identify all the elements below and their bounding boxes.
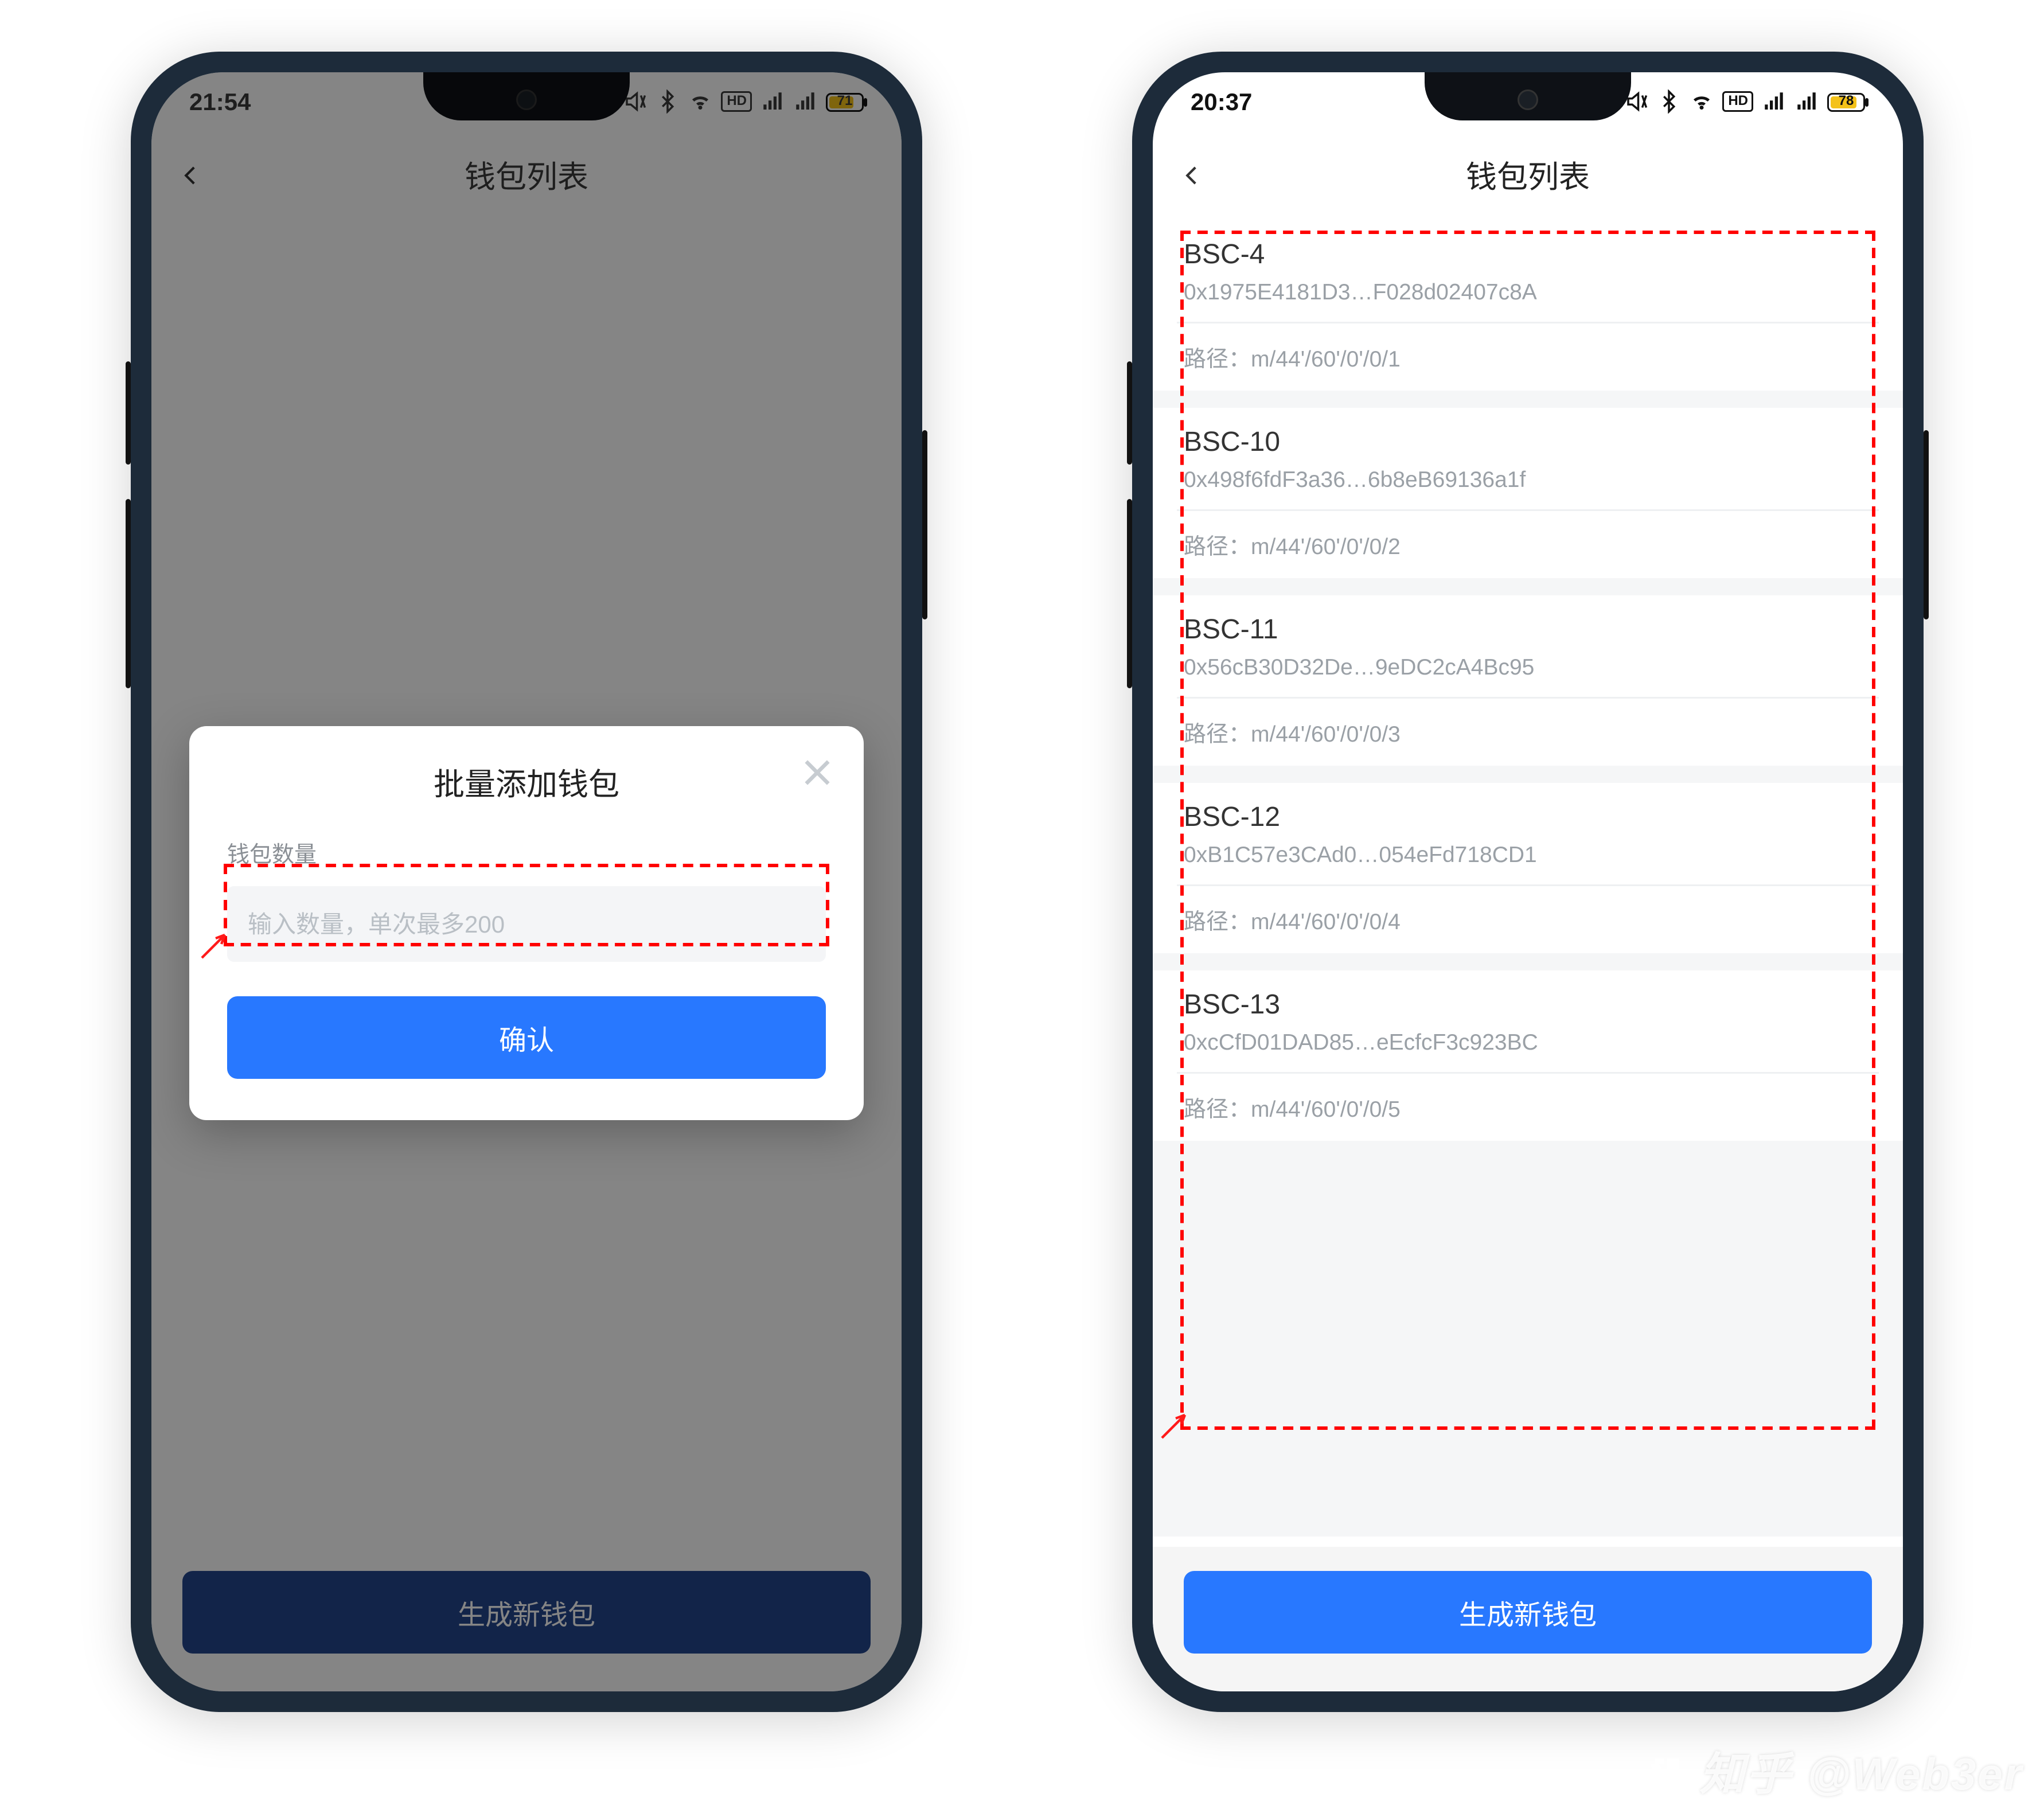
- screen-left: 21:54 HD 71 钱包列表 生成新钱包: [151, 72, 902, 1691]
- watermark-text: 知乎 @Web3er: [1700, 1740, 2023, 1803]
- annotation-arrow-icon: [200, 933, 227, 960]
- battery-icon: 78: [1827, 92, 1865, 111]
- wallet-address: 0xB1C57e3CAd0…054eFd718CD1: [1184, 841, 1872, 867]
- wallet-path: 路径：m/44'/60'/0'/0/5: [1184, 1091, 1872, 1124]
- wallet-address: 0xcCfD01DAD85…eEcfcF3c923BC: [1184, 1029, 1872, 1055]
- wallet-item[interactable]: BSC-11 0x56cB30D32De…9eDC2cA4Bc95 路径：m/44'…: [1153, 595, 1903, 766]
- signal-2-icon: [1795, 89, 1819, 114]
- status-icons: HD 78: [1625, 89, 1865, 114]
- hd-icon: HD: [1723, 91, 1753, 112]
- screen-right: 20:37 HD 78 钱包列表 BSC-4 0x1975E4181D3…F028…: [1153, 72, 1903, 1691]
- quantity-label: 钱包数量: [227, 836, 826, 869]
- modal-title: 批量添加钱包: [227, 761, 826, 805]
- confirm-button[interactable]: 确认: [227, 996, 826, 1079]
- close-icon: [798, 754, 836, 791]
- bluetooth-icon: [1657, 89, 1682, 114]
- zhihu-icon: [1645, 1751, 1686, 1792]
- phone-frame-left: 21:54 HD 71 钱包列表 生成新钱包: [131, 52, 922, 1712]
- wifi-icon: [1690, 89, 1714, 114]
- notch: [1425, 72, 1631, 120]
- chevron-left-icon: [1180, 157, 1204, 194]
- page-title: 钱包列表: [1466, 153, 1590, 198]
- wallet-name: BSC-12: [1184, 804, 1872, 835]
- wallet-address: 0x56cB30D32De…9eDC2cA4Bc95: [1184, 654, 1872, 680]
- wallet-name: BSC-11: [1184, 616, 1872, 647]
- wallet-path: 路径：m/44'/60'/0'/0/1: [1184, 341, 1872, 373]
- wallet-address: 0x498f6fdF3a36…6b8eB69136a1f: [1184, 466, 1872, 492]
- bottom-bar: 生成新钱包: [1153, 1547, 1903, 1691]
- wallet-item[interactable]: BSC-13 0xcCfD01DAD85…eEcfcF3c923BC 路径：m/44…: [1153, 970, 1903, 1141]
- wallet-path: 路径：m/44'/60'/0'/0/2: [1184, 528, 1872, 561]
- wallet-item[interactable]: BSC-4 0x1975E4181D3…F028d02407c8A 路径：m/44'…: [1153, 220, 1903, 391]
- quantity-input[interactable]: [248, 910, 805, 938]
- wallet-name: BSC-10: [1184, 428, 1872, 459]
- nav-bar: 钱包列表: [1153, 131, 1903, 220]
- wallet-item[interactable]: BSC-12 0xB1C57e3CAd0…054eFd718CD1 路径：m/44'…: [1153, 783, 1903, 953]
- wallet-name: BSC-4: [1184, 241, 1872, 272]
- modal-close-button[interactable]: [798, 754, 836, 791]
- wallet-path: 路径：m/44'/60'/0'/0/4: [1184, 903, 1872, 936]
- wallet-list[interactable]: BSC-4 0x1975E4181D3…F028d02407c8A 路径：m/44'…: [1153, 220, 1903, 1537]
- generate-wallet-button[interactable]: 生成新钱包: [1184, 1571, 1872, 1654]
- signal-1-icon: [1762, 89, 1786, 114]
- wallet-item[interactable]: BSC-10 0x498f6fdF3a36…6b8eB69136a1f 路径：m/4…: [1153, 408, 1903, 578]
- watermark: 知乎 @Web3er: [1645, 1740, 2023, 1803]
- wallet-address: 0x1975E4181D3…F028d02407c8A: [1184, 279, 1872, 305]
- status-time: 20:37: [1191, 88, 1252, 115]
- back-button[interactable]: [1180, 131, 1239, 220]
- quantity-input-wrap: [227, 886, 826, 962]
- batch-add-modal: 批量添加钱包 钱包数量 确认: [189, 726, 864, 1120]
- wallet-path: 路径：m/44'/60'/0'/0/3: [1184, 716, 1872, 748]
- phone-frame-right: 20:37 HD 78 钱包列表 BSC-4 0x1975E4181D3…F028…: [1132, 52, 1924, 1712]
- wallet-name: BSC-13: [1184, 991, 1872, 1022]
